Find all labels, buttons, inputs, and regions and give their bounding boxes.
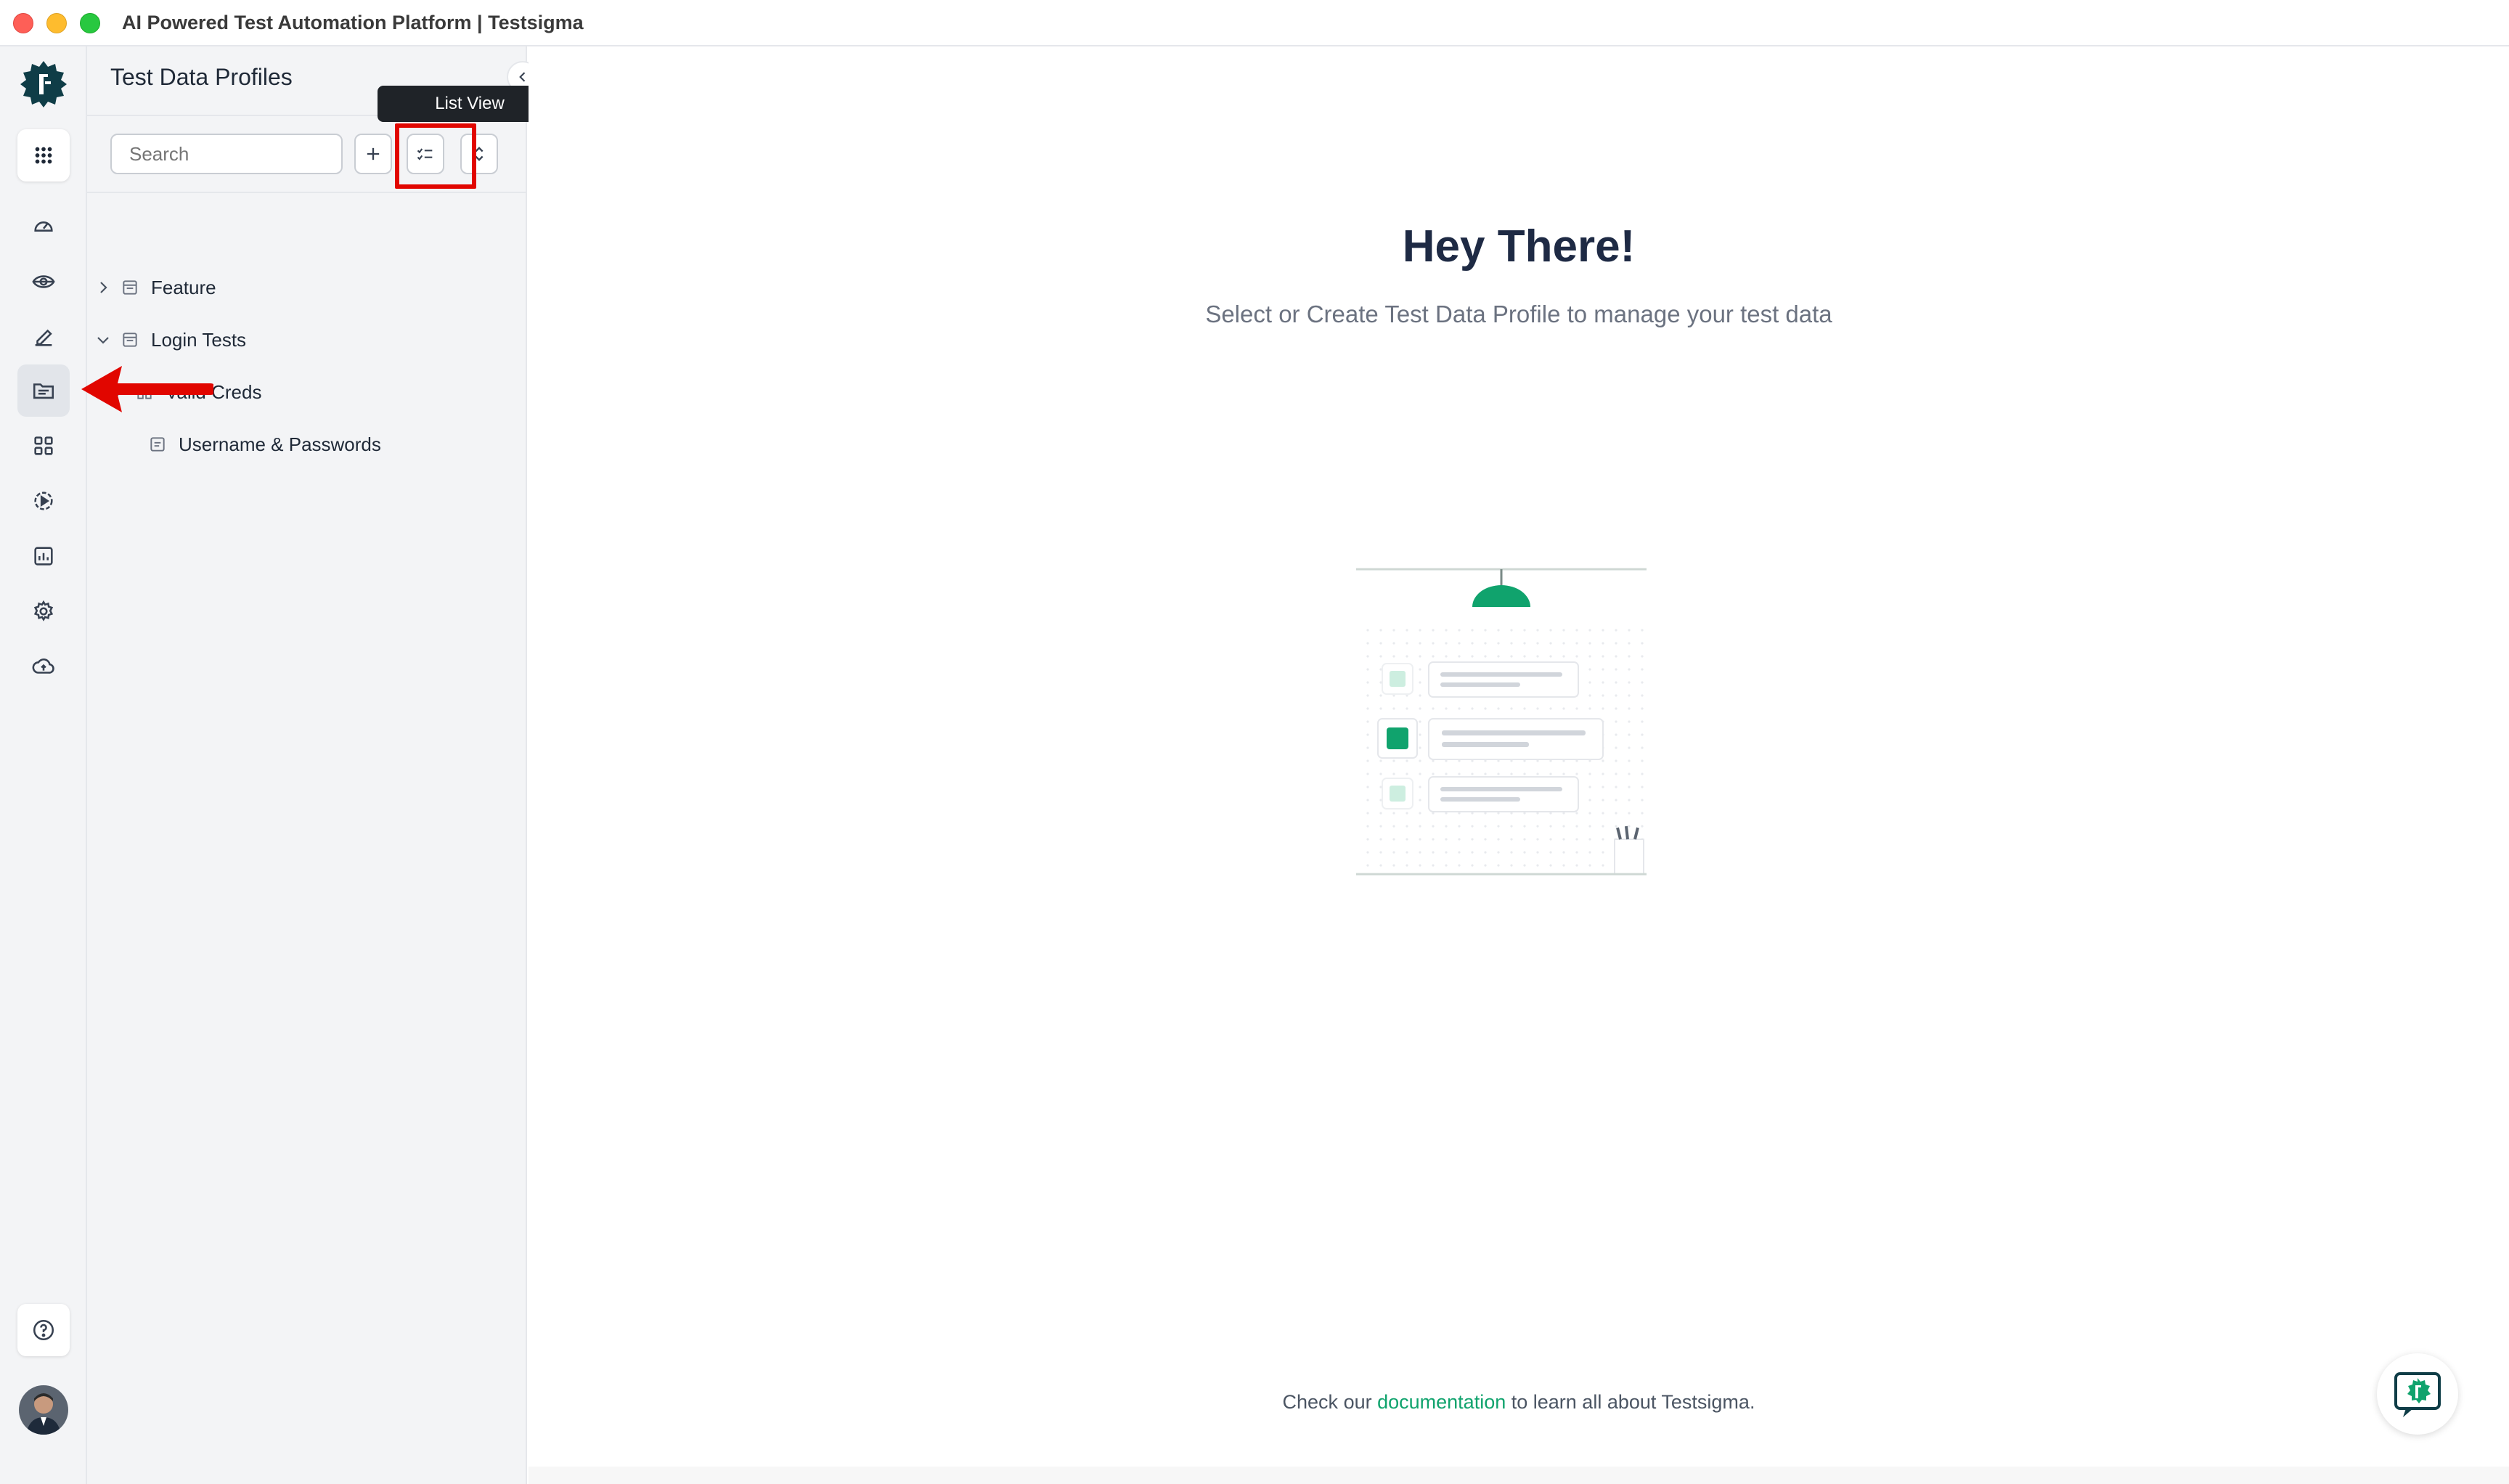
footer-note: Check our documentation to learn all abo…	[529, 1391, 2509, 1414]
add-button[interactable]	[354, 134, 392, 174]
footer-suffix: to learn all about Testsigma.	[1511, 1391, 1755, 1413]
minimize-window-button[interactable]	[46, 13, 67, 33]
reports-icon	[34, 547, 53, 566]
chat-bot-icon	[2394, 1372, 2441, 1417]
cloud-button[interactable]	[17, 640, 70, 693]
reports-button[interactable]	[17, 530, 70, 582]
red-arrow-annotation	[81, 366, 213, 412]
panel-title: Test Data Profiles	[110, 64, 293, 90]
settings-icon	[33, 600, 54, 621]
app-window: AI Powered Test Automation Platform | Te…	[0, 0, 2509, 1484]
help-icon	[33, 1319, 54, 1341]
tree-item-username-passwords[interactable]: Username & Passwords	[148, 423, 381, 466]
apps-grid-icon	[35, 147, 52, 164]
tree-item-feature[interactable]: Feature	[94, 266, 216, 309]
divider	[87, 192, 526, 193]
testsigma-logo-icon[interactable]	[19, 60, 68, 109]
highlight-annotation	[395, 123, 476, 189]
test-data-button[interactable]	[17, 364, 70, 417]
chat-support-button[interactable]	[2377, 1353, 2458, 1435]
documentation-link[interactable]: documentation	[1377, 1391, 1506, 1413]
main-content: Hey There! Select or Create Test Data Pr…	[529, 46, 2509, 1484]
chevron-down-icon[interactable]	[94, 331, 112, 348]
dashboard-button[interactable]	[17, 200, 70, 253]
blocks-button[interactable]	[17, 420, 70, 472]
help-button[interactable]	[17, 1304, 70, 1356]
welcome-subheading: Select or Create Test Data Profile to ma…	[1205, 301, 1832, 327]
close-window-button[interactable]	[13, 13, 33, 33]
tree-item-label: Username & Passwords	[179, 433, 381, 455]
folder-icon	[33, 383, 54, 399]
edit-pen-icon	[35, 329, 52, 346]
chevron-right-icon[interactable]	[94, 279, 112, 296]
window-title: AI Powered Test Automation Platform | Te…	[122, 12, 584, 33]
tree-item-label: Login Tests	[151, 328, 247, 351]
search-input[interactable]	[110, 134, 343, 174]
tree-item-login-tests[interactable]: Login Tests	[94, 318, 246, 362]
maximize-window-button[interactable]	[80, 13, 100, 33]
settings-button[interactable]	[17, 585, 70, 637]
eye-button[interactable]	[17, 256, 70, 308]
cloud-upload-icon	[32, 659, 54, 674]
nav-rail	[0, 46, 87, 1484]
test-data-profiles-panel: Test Data Profiles List View	[87, 46, 562, 1484]
tree-item-label: Feature	[151, 276, 216, 298]
dashboard-icon	[34, 221, 53, 232]
footer-prefix: Check our	[1282, 1391, 1372, 1413]
run-icon	[34, 492, 53, 510]
avatar[interactable]	[19, 1385, 68, 1435]
edit-button[interactable]	[17, 311, 70, 363]
plus-icon	[367, 147, 380, 160]
chevron-left-icon	[519, 72, 526, 82]
run-button[interactable]	[17, 475, 70, 527]
eye-icon	[32, 275, 55, 288]
empty-state-illustration	[1356, 568, 1647, 876]
blocks-icon	[34, 436, 53, 455]
status-strip	[529, 1467, 2509, 1484]
welcome-heading: Hey There!	[1402, 221, 1636, 272]
data-profile-icon	[150, 437, 165, 452]
title-bar: AI Powered Test Automation Platform | Te…	[0, 0, 2509, 46]
suite-icon	[123, 333, 137, 347]
apps-grid-button[interactable]	[17, 129, 70, 182]
suite-icon	[123, 280, 137, 295]
